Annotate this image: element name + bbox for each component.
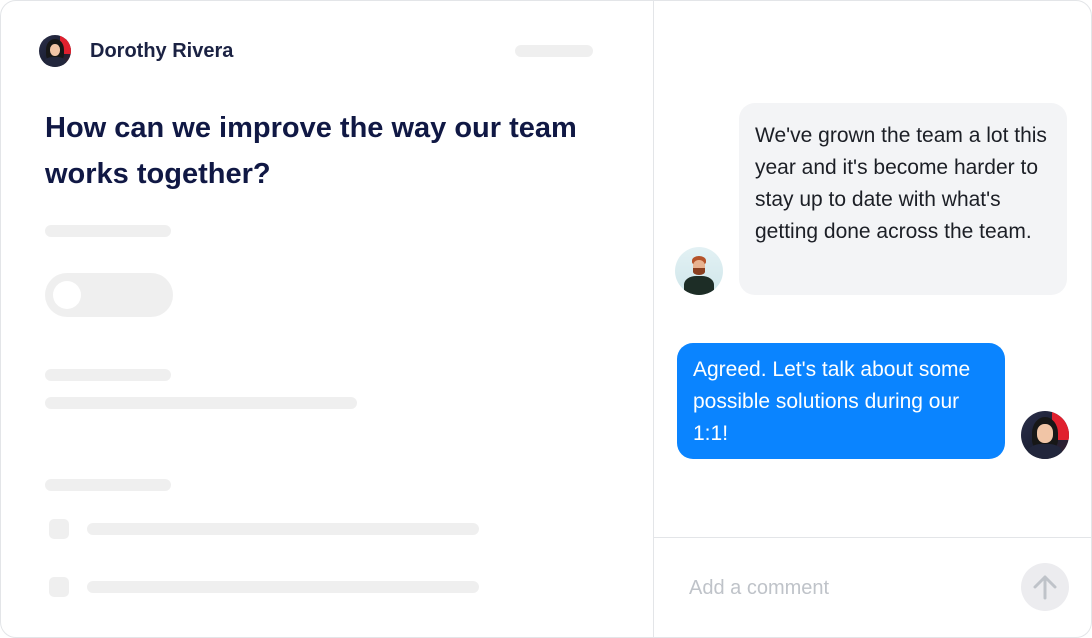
arrow-up-icon bbox=[1033, 575, 1057, 600]
my-avatar[interactable] bbox=[1021, 411, 1069, 459]
author-name[interactable]: Dorothy Rivera bbox=[90, 39, 233, 63]
send-button[interactable] bbox=[1021, 563, 1069, 611]
placeholder-checkbox-line-2 bbox=[87, 581, 479, 593]
card-frame: Dorothy Rivera How can we improve the wa… bbox=[0, 0, 1092, 638]
placeholder-label-3 bbox=[45, 479, 171, 491]
placeholder-checkbox-line-1 bbox=[87, 523, 479, 535]
placeholder-label-2 bbox=[45, 369, 171, 381]
comment-input[interactable] bbox=[689, 573, 989, 603]
composer-divider bbox=[654, 537, 1091, 538]
placeholder-line-2 bbox=[45, 397, 357, 409]
toggle-knob bbox=[53, 281, 81, 309]
placeholder-label-1 bbox=[45, 225, 171, 237]
placeholder-toggle[interactable] bbox=[45, 273, 173, 317]
post-question-title: How can we improve the way our team work… bbox=[45, 112, 577, 190]
outgoing-comment-bubble: Agreed. Let's talk about some possible s… bbox=[677, 343, 1005, 459]
commenter-avatar[interactable] bbox=[675, 247, 723, 295]
placeholder-checkbox-2[interactable] bbox=[49, 577, 69, 597]
header-placeholder-bar bbox=[515, 45, 593, 57]
panel-divider bbox=[653, 1, 654, 637]
placeholder-checkbox-1[interactable] bbox=[49, 519, 69, 539]
author-avatar[interactable] bbox=[39, 35, 71, 67]
incoming-comment-bubble: We've grown the team a lot this year and… bbox=[739, 103, 1067, 295]
